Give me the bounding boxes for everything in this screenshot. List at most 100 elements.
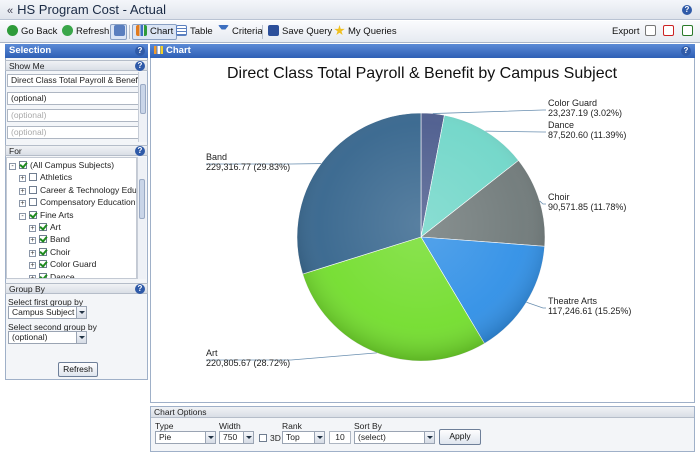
expand-icon[interactable]: + <box>19 187 26 195</box>
first-group-select[interactable]: Campus Subject <box>8 306 87 319</box>
export-pdf-button[interactable] <box>661 24 677 40</box>
save-disk-icon <box>268 25 279 36</box>
chart-type-select[interactable]: Pie <box>155 431 216 444</box>
title-bar: « HS Program Cost - Actual ? <box>0 0 700 20</box>
tree-item[interactable]: + Dance <box>29 271 75 278</box>
print-preview-button[interactable] <box>643 24 659 40</box>
expand-icon[interactable]: + <box>29 274 36 278</box>
second-group-select[interactable]: (optional) <box>8 331 87 344</box>
slice-label-value: 87,520.60 (11.39%) <box>548 130 626 140</box>
criteria-button[interactable]: Criteria <box>216 24 263 40</box>
pie-chart: Direct Class Total Payroll & Benefit by … <box>206 65 631 368</box>
3d-checkbox-box[interactable] <box>259 434 267 442</box>
rank-count-input[interactable]: 10 <box>329 431 351 444</box>
chevron-down-icon <box>424 432 434 443</box>
tree-item-label: Compensatory Education <box>40 197 136 208</box>
show-me-scrollbar[interactable] <box>138 72 147 142</box>
chevron-down-icon <box>243 432 253 443</box>
tree-item-checkbox[interactable] <box>19 161 27 169</box>
export-excel-button[interactable] <box>680 24 696 40</box>
slice-label-name: Choir <box>548 192 570 202</box>
collapse-chevron-icon[interactable]: « <box>7 5 13 17</box>
tree-item[interactable]: + Color Guard <box>29 258 96 270</box>
group-by-help-icon[interactable]: ? <box>135 284 145 294</box>
expand-icon[interactable]: + <box>29 249 36 257</box>
scrollbar-thumb[interactable] <box>139 179 145 219</box>
sort-by-select[interactable]: (select) <box>354 431 435 444</box>
group-by-header: Group By <box>5 283 148 294</box>
slice-label-name: Band <box>206 152 227 162</box>
my-queries-button[interactable]: My Queries <box>332 24 397 40</box>
show-me-help-icon[interactable]: ? <box>135 61 145 71</box>
leader-line <box>526 301 546 309</box>
refresh-icon <box>62 25 73 36</box>
chevron-down-icon <box>76 332 86 343</box>
measure-field-1[interactable]: Direct Class Total Payroll & Benefit <box>7 74 139 87</box>
rank-select[interactable]: Top <box>282 431 325 444</box>
apply-label: Apply <box>449 431 471 441</box>
expand-icon[interactable]: + <box>29 262 36 270</box>
export-button[interactable]: Export <box>610 24 639 40</box>
chart-options-title: Chart Options <box>154 407 207 417</box>
tree-item-checkbox[interactable] <box>29 198 37 207</box>
collapse-icon[interactable]: - <box>19 212 26 220</box>
tree-item-checkbox[interactable] <box>39 272 47 278</box>
tree-item[interactable]: + Compensatory Education <box>19 196 135 208</box>
save-query-button[interactable]: Save Query <box>266 24 332 40</box>
rank-label: Rank <box>282 421 302 431</box>
scrollbar-thumb[interactable] <box>140 84 146 114</box>
go-back-label: Go Back <box>21 26 58 37</box>
tree-item[interactable]: + Band <box>29 233 70 245</box>
tree-item-label: Fine Arts <box>40 209 74 220</box>
refresh-button[interactable]: Refresh <box>60 24 109 40</box>
slice-label-name: Color Guard <box>548 98 597 108</box>
tree-item-checkbox[interactable] <box>29 173 37 182</box>
measure-field-2[interactable]: (optional) <box>7 92 139 105</box>
slice-label-value: 229,316.77 (29.83%) <box>206 162 290 172</box>
bar-chart-icon <box>154 46 163 54</box>
tree-item[interactable]: + Career & Technology Educ <box>19 184 136 196</box>
rank-value: Top <box>286 432 300 442</box>
tree-item[interactable]: + Choir <box>29 246 70 258</box>
measure-field-3[interactable]: (optional) <box>7 109 139 122</box>
tree-item[interactable]: + Art <box>29 221 61 233</box>
tree-item-label: (All Campus Subjects) <box>30 160 115 170</box>
expand-icon[interactable]: + <box>29 237 36 245</box>
help-icon[interactable]: ? <box>682 5 692 15</box>
star-icon <box>334 25 345 36</box>
collapse-icon[interactable]: - <box>9 163 16 170</box>
tree-item-checkbox[interactable] <box>29 185 37 194</box>
tree-item-checkbox[interactable] <box>29 210 37 219</box>
chart-button[interactable]: Chart <box>132 24 178 40</box>
apply-button[interactable]: Apply <box>439 429 481 445</box>
tree-item[interactable]: - (All Campus Subjects) <box>9 159 114 171</box>
expand-icon[interactable]: + <box>29 225 36 232</box>
tree-item-checkbox[interactable] <box>39 247 47 256</box>
chart-type-value: Pie <box>159 432 172 442</box>
expand-icon[interactable]: + <box>19 200 26 208</box>
export-label: Export <box>612 26 640 37</box>
width-label: Width <box>219 421 241 431</box>
chart-help-icon[interactable]: ? <box>681 46 691 56</box>
expand-icon[interactable]: + <box>19 175 26 183</box>
go-back-button[interactable]: Go Back <box>5 24 57 40</box>
chart-panel-header: Chart <box>150 44 695 58</box>
tree-item-checkbox[interactable] <box>39 260 47 269</box>
tree-scrollbar[interactable] <box>137 157 146 279</box>
chart-width-select[interactable]: 750 <box>219 431 254 444</box>
3d-checkbox[interactable]: 3D <box>259 433 281 443</box>
panel-toggle-button[interactable] <box>110 24 127 40</box>
my-queries-label: My Queries <box>348 26 397 37</box>
print-preview-icon <box>645 25 656 36</box>
slice-label-name: Dance <box>548 120 574 130</box>
tree-item-checkbox[interactable] <box>39 235 47 244</box>
measure-field-4[interactable]: (optional) <box>7 126 139 139</box>
for-help-icon[interactable]: ? <box>135 146 145 156</box>
table-button[interactable]: Table <box>174 24 213 40</box>
selection-refresh-button[interactable]: Refresh <box>58 362 98 377</box>
selection-help-icon[interactable]: ? <box>135 46 145 56</box>
selection-header-label: Selection <box>9 45 52 56</box>
tree-item-checkbox[interactable] <box>39 223 47 231</box>
tree-item[interactable]: - Fine Arts <box>19 209 74 221</box>
tree-item[interactable]: + Athletics <box>19 171 72 183</box>
